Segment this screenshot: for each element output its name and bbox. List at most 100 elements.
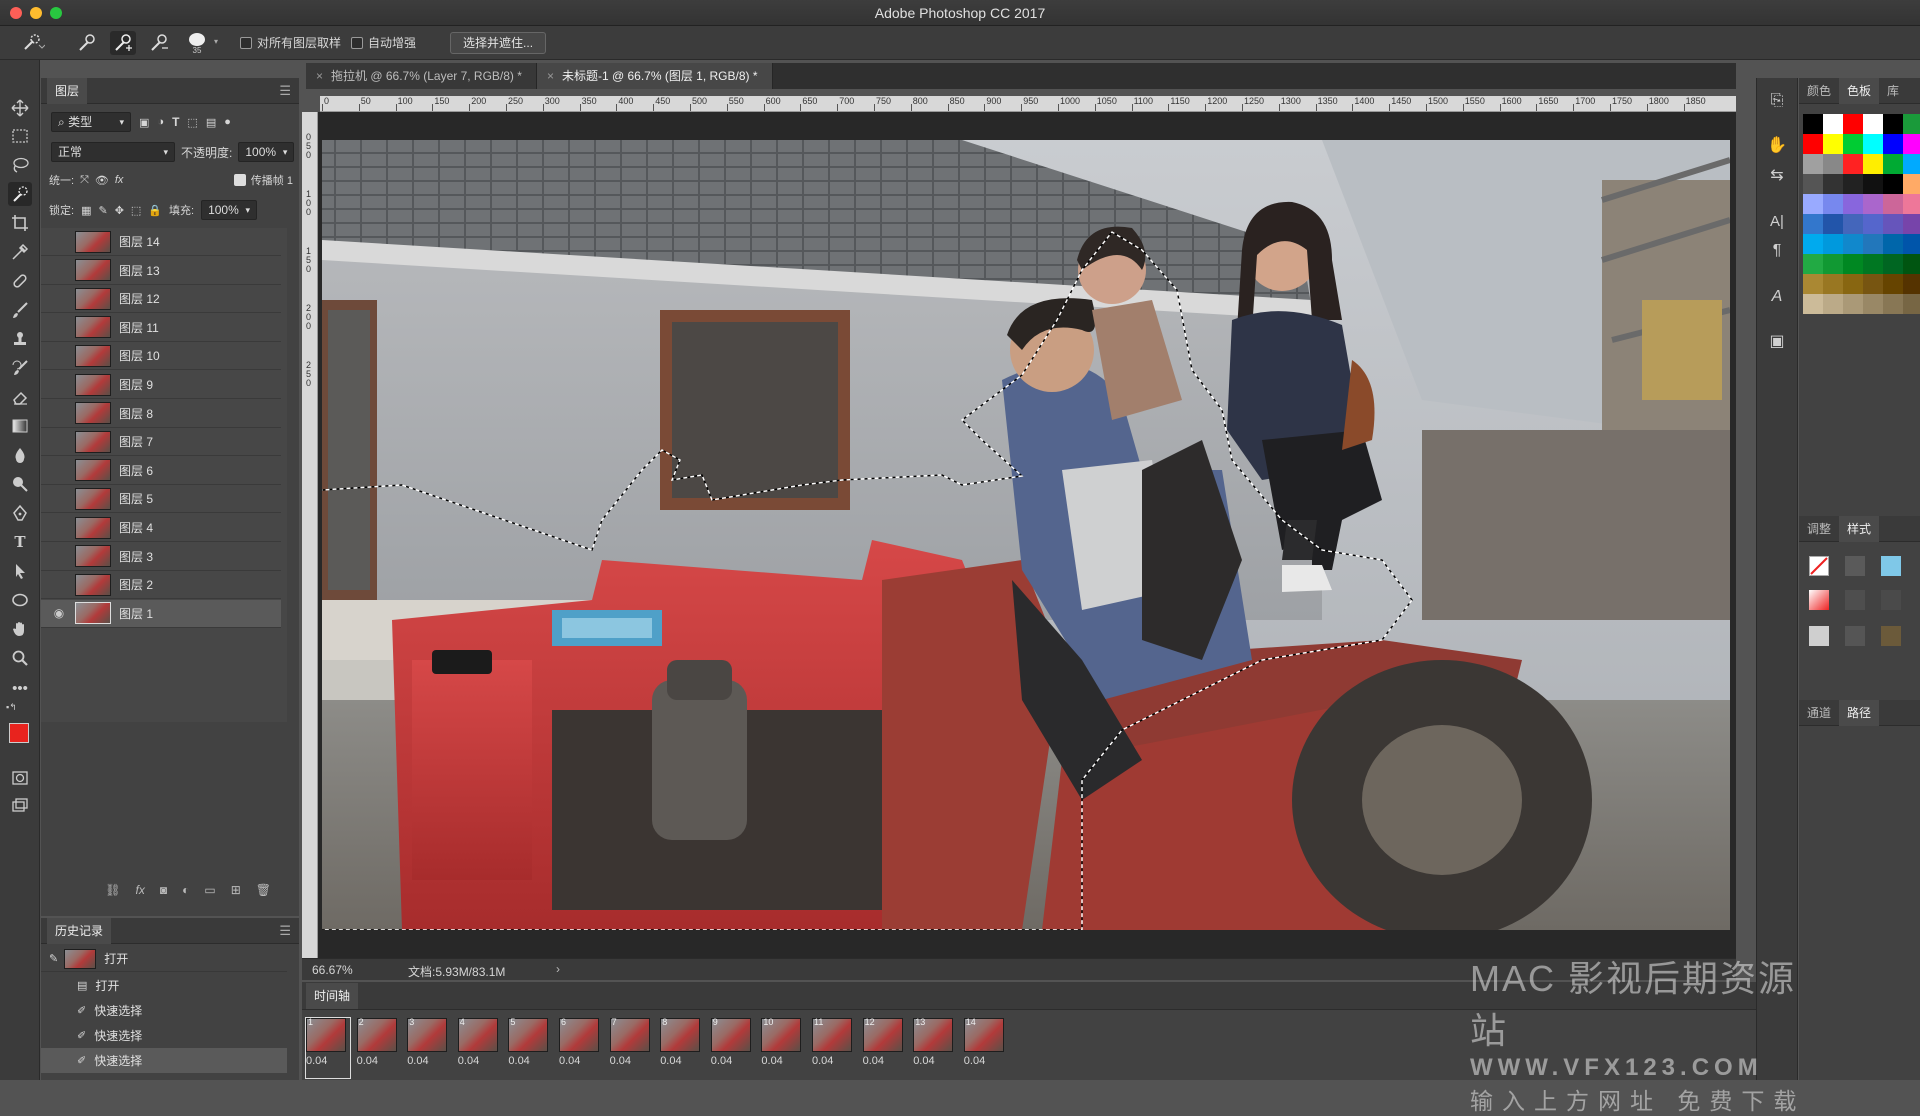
tool-preset-picker[interactable] [20,31,46,55]
gradient-tool[interactable] [8,414,32,438]
filter-pixel-icon[interactable]: ▣ [139,116,149,129]
frame-delay[interactable]: 0.04 [964,1055,1008,1067]
history-item[interactable]: ▤ 打开 [41,973,287,998]
color-swatch[interactable] [1863,274,1883,294]
style-swatch[interactable] [1845,626,1865,646]
add-to-selection-button[interactable] [110,30,136,55]
color-swatch[interactable] [1863,174,1883,194]
new-adjustment-icon[interactable]: ◐ [182,883,189,897]
filter-adjustment-icon[interactable]: ◑ [157,116,164,128]
chevron-right-icon[interactable]: › [556,962,560,976]
color-swatch[interactable] [1803,214,1823,234]
zoom-tool[interactable] [8,646,32,670]
color-swatch[interactable] [1823,254,1843,274]
no-style-swatch[interactable] [1809,556,1829,576]
auto-enhance-checkbox[interactable]: 自动增强 [351,34,416,51]
tab-adjustments[interactable]: 调整 [1799,516,1839,542]
color-swatch[interactable] [1883,154,1903,174]
new-layer-icon[interactable]: ⊞ [231,883,241,897]
tab-history[interactable]: 历史记录 [47,917,112,944]
color-swatch[interactable] [1843,214,1863,234]
delete-layer-icon[interactable]: 🗑 [256,883,271,897]
eraser-tool[interactable] [8,385,32,409]
filter-type-icon[interactable]: T [172,115,179,129]
edit-toolbar-button[interactable]: ••• [8,676,32,700]
document-tab-active[interactable]: × 未标题-1 @ 66.7% (图层 1, RGB/8) * [536,63,773,89]
default-colors-icon[interactable]: ▪↰ [6,702,17,713]
history-item[interactable]: ✐ 快速选择 [41,998,287,1023]
clone-stamp-tool[interactable] [8,327,32,351]
color-swatch[interactable] [1843,294,1863,314]
layer-row[interactable]: 图层 8 [41,400,281,428]
layer-row[interactable]: 图层 7 [41,428,281,457]
color-swatch[interactable] [1843,234,1863,254]
style-swatch[interactable] [1881,590,1901,610]
dodge-tool[interactable] [8,472,32,496]
style-swatch[interactable] [1881,626,1901,646]
lock-image-icon[interactable]: ✎ [98,204,107,217]
zoom-window-button[interactable] [50,7,62,19]
color-swatch[interactable] [1903,154,1920,174]
color-swatch[interactable] [1903,234,1920,254]
color-swatch[interactable] [1863,254,1883,274]
shape-tool[interactable] [8,588,32,612]
foreground-color-swatch[interactable] [9,723,29,743]
color-swatch[interactable] [1803,194,1823,214]
color-swatch[interactable] [1823,154,1843,174]
crop-tool[interactable] [8,211,32,235]
link-layers-icon[interactable]: ⛓ [105,883,120,897]
color-swatch[interactable] [1803,254,1823,274]
vertical-ruler[interactable]: 050100150200250 [302,112,318,962]
layer-row[interactable]: 图层 9 [41,371,281,399]
horizontal-ruler[interactable]: 0 50 100 150 200 250 300 350 400 450 500 550 600 650 7… [320,96,1736,112]
add-mask-icon[interactable]: ◙ [160,883,167,897]
quick-selection-tool[interactable] [8,182,32,206]
style-swatch[interactable] [1809,626,1829,646]
tab-swatches[interactable]: 色板 [1839,77,1880,104]
frame-delay[interactable]: 0.04 [913,1055,957,1067]
fill-field[interactable]: 100% ▾ [201,200,258,220]
healing-brush-tool[interactable] [8,269,32,293]
color-swatch[interactable] [1803,114,1823,134]
color-swatch[interactable] [1903,274,1920,294]
close-tab-icon[interactable]: × [547,69,554,83]
close-window-button[interactable] [10,7,22,19]
frame-delay[interactable]: 0.04 [711,1055,755,1067]
color-swatch[interactable] [1823,274,1843,294]
glyphs-panel-icon[interactable]: A [1764,284,1790,310]
color-swatch[interactable] [1843,194,1863,214]
panel-menu-icon[interactable]: ☰ [279,923,291,939]
history-brush-tool[interactable] [8,356,32,380]
color-swatch[interactable] [1903,254,1920,274]
timeline-frame[interactable]: 9 0.04 [710,1017,755,1078]
unify-visibility-icon[interactable]: 👁 [95,174,109,187]
color-swatch[interactable] [1883,114,1903,134]
timeline-frame[interactable]: 13 0.04 [913,1017,957,1078]
layer-row[interactable]: 图层 3 [41,543,281,571]
frame-delay[interactable]: 0.04 [508,1055,552,1067]
opacity-field[interactable]: 100% ▾ [238,142,295,162]
layer-style-icon[interactable]: fx [136,883,145,897]
layer-row[interactable]: 图层 4 [41,514,281,542]
layer-row[interactable]: 图层 14 [41,228,281,256]
color-swatch[interactable] [1863,214,1883,234]
color-swatch[interactable] [1863,114,1883,134]
filter-toggle-icon[interactable]: ● [224,116,231,128]
color-swatch[interactable] [1843,114,1863,134]
document-canvas-image[interactable] [322,140,1730,930]
lock-all-icon[interactable]: 🔒 [148,204,162,217]
eye-icon[interactable]: ◉ [49,606,69,620]
move-tool[interactable] [8,96,32,120]
color-swatch[interactable] [1823,214,1843,234]
color-swatch[interactable] [1883,254,1903,274]
swatch-grid[interactable] [1803,114,1920,314]
tab-paths[interactable]: 路径 [1839,699,1880,726]
color-swatch[interactable] [1883,294,1903,314]
color-swatch[interactable] [1883,274,1903,294]
tab-color[interactable]: 颜色 [1799,78,1839,104]
color-swatch[interactable] [1883,234,1903,254]
style-swatch[interactable] [1881,556,1901,576]
color-swatch[interactable] [1823,114,1843,134]
timeline-frame[interactable]: 11 0.04 [812,1017,856,1078]
color-swatch[interactable] [1803,234,1823,254]
